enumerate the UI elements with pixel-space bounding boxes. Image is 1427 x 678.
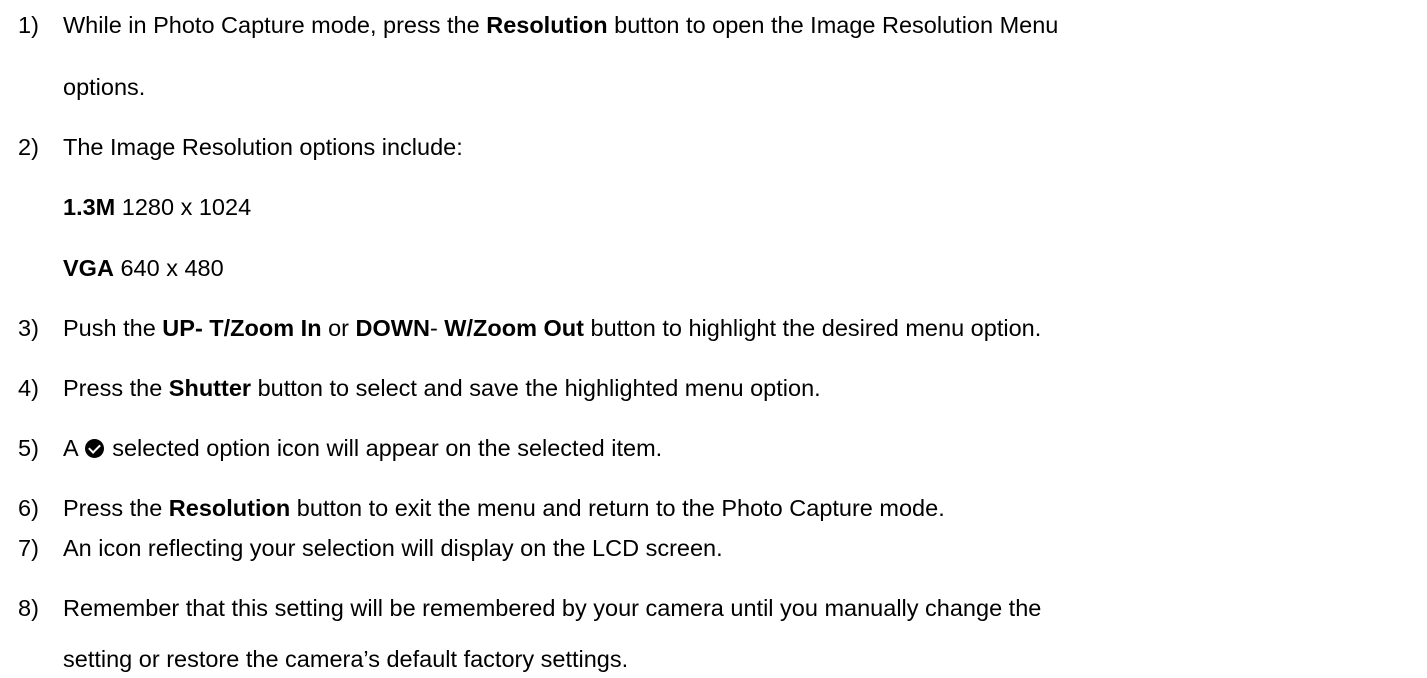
option-label: 1.3M [63,194,116,220]
step-text: An icon reflecting your selection will d… [63,535,723,561]
step-number: 2) [18,134,39,160]
step-number: 7) [18,535,39,561]
step-text: Press the Resolution button to exit the … [63,495,945,521]
option-value: 1280 x 1024 [115,194,252,220]
step-number: 5) [18,435,39,461]
step-text: Press the Shutter button to select and s… [63,375,821,401]
button-name: UP- T/Zoom In [162,315,322,341]
button-name: Resolution [486,12,608,38]
option-value: 640 x 480 [113,255,224,281]
step-number: 1) [18,12,39,38]
instruction-document: 1) While in Photo Capture mode, press th… [0,0,1427,678]
step-text: The Image Resolution options include: [63,134,463,160]
button-name: DOWN [355,315,430,341]
check-circle-icon [84,439,104,458]
button-name: W/Zoom Out [444,315,584,341]
step-text: Remember that this setting will be remem… [63,595,1042,621]
option-label: VGA [63,255,114,281]
step-number: 8) [18,595,39,621]
step-text-continued: setting or restore the camera’s default … [63,646,629,672]
step-number: 3) [18,315,39,341]
button-name: Resolution [168,495,291,521]
step-text-continued: options. [63,74,146,100]
step-text: Push the UP- T/Zoom In or DOWN- W/Zoom O… [63,315,1042,341]
button-name: Shutter [168,375,252,401]
step-number: 6) [18,495,39,521]
step-text: A selected option icon will appear on th… [63,435,663,461]
step-number: 4) [18,375,39,401]
step-text: While in Photo Capture mode, press the R… [63,12,1059,38]
